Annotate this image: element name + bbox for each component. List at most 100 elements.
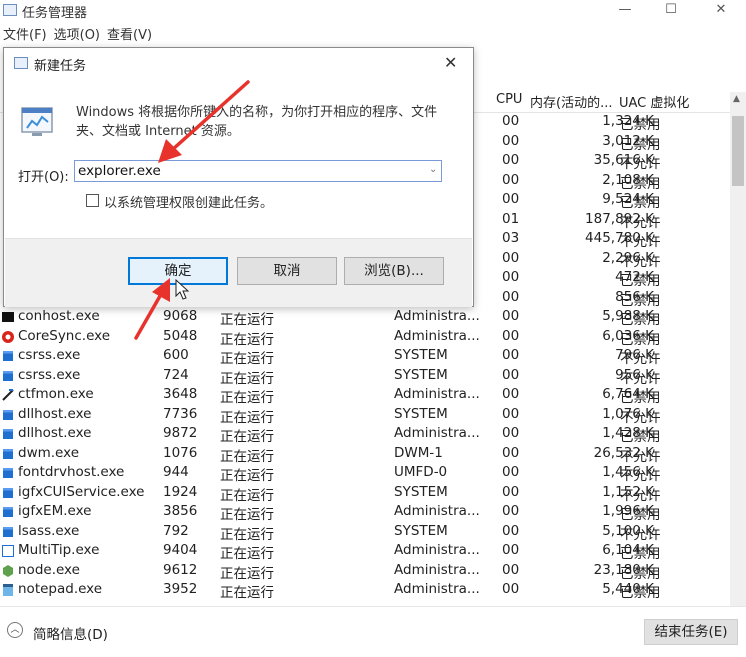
cell-uac: 已禁用 — [620, 585, 661, 601]
ok-button[interactable]: 确定 — [128, 257, 228, 285]
cell-pid: 944 — [163, 464, 189, 480]
cell-status: 正在运行 — [220, 507, 274, 523]
minimize-button[interactable]: — — [602, 0, 648, 22]
table-row[interactable]: csrss.exe 724 正在运行 SYSTEM 00 956 K 不允许 — [0, 366, 730, 387]
cell-status: 正在运行 — [220, 448, 274, 465]
table-row[interactable]: notepad.exe 3952 正在运行 Administra... 00 5,440 … — [0, 580, 730, 601]
cell-cpu: 00 — [502, 132, 520, 149]
window-title: 任务管理器 — [22, 6, 88, 21]
browse-button[interactable]: 浏览(B)... — [344, 257, 444, 285]
cell-uac: 不允许 — [620, 526, 661, 543]
cell-name: ctfmon.exe — [18, 386, 94, 402]
cell-status: 正在运行 — [220, 312, 274, 328]
cell-pid: 724 — [163, 366, 189, 383]
scroll-up-icon[interactable]: ▲ — [733, 94, 740, 104]
dialog-close-icon[interactable]: ✕ — [444, 53, 457, 72]
cell-pid: 3952 — [163, 581, 198, 597]
column-memory[interactable]: 内存(活动的... — [530, 92, 612, 111]
cell-uac: 已禁用 — [620, 273, 661, 289]
cell-cpu: 00 — [502, 405, 520, 422]
cell-user: Administra... — [394, 425, 480, 441]
table-row[interactable]: node.exe 9612 正在运行 Administra... 00 23,180 K已… — [0, 561, 730, 582]
cell-pid: 9612 — [163, 561, 198, 578]
cell-uac: 已禁用 — [620, 292, 661, 309]
cell-cpu: 00 — [502, 347, 520, 363]
run-program-icon — [21, 107, 53, 136]
app-icon — [3, 468, 13, 478]
cell-user: SYSTEM — [394, 405, 448, 422]
app-icon — [3, 487, 13, 498]
cell-user: SYSTEM — [394, 366, 448, 383]
cell-status: 正在运行 — [220, 526, 274, 543]
table-row[interactable]: MultiTip.exe 9404 正在运行 Administra... 00 6,104… — [0, 541, 730, 562]
cell-uac: 不允许 — [620, 253, 661, 270]
column-uac[interactable]: UAC 虚拟化 — [619, 92, 689, 111]
menu-file[interactable]: 文件(F) — [3, 24, 47, 44]
table-row[interactable]: ctfmon.exe 3648 正在运行 Administra... 00 6,764 K… — [0, 385, 730, 406]
table-row[interactable]: fontdrvhost.exe 944 正在运行 UMFD-0 00 1,456 K 不允许 — [0, 463, 730, 484]
cell-uac: 不允许 — [620, 448, 661, 465]
admin-checkbox[interactable] — [86, 194, 99, 207]
cell-cpu: 00 — [502, 327, 520, 344]
pen-icon — [2, 389, 14, 401]
table-row[interactable]: CoreSync.exe 5048 正在运行 Administra... 00 6,036… — [0, 327, 730, 348]
cell-uac: 已禁用 — [620, 546, 661, 562]
cell-cpu: 03 — [502, 230, 520, 246]
table-row[interactable]: csrss.exe 600 正在运行 SYSTEM 00 796 K 不允许 — [0, 346, 730, 367]
chevron-up-icon[interactable]: ︿ — [7, 622, 23, 638]
cell-user: Administra... — [394, 308, 480, 324]
cell-user: Administra... — [394, 561, 480, 578]
open-combobox-input[interactable] — [74, 160, 442, 182]
table-row[interactable]: dllhost.exe 9872 正在运行 Administra... 00 1,428 … — [0, 424, 730, 445]
menu-bar: 文件(F) 选项(O) 查看(V) — [0, 24, 156, 44]
cell-cpu: 00 — [502, 191, 520, 207]
table-row[interactable]: lsass.exe 792 正在运行 SYSTEM 00 5,100 K 不允许 — [0, 522, 730, 543]
cell-pid: 9404 — [163, 542, 198, 558]
table-row[interactable]: igfxEM.exe 3856 正在运行 Administra... 00 1,996 K… — [0, 502, 730, 523]
cell-pid: 1924 — [163, 483, 198, 500]
end-task-button[interactable]: 结束任务(E) — [644, 619, 738, 645]
close-button[interactable]: ✕ — [698, 0, 744, 22]
cell-cpu: 00 — [502, 269, 520, 285]
cell-uac: 不允许 — [620, 156, 661, 172]
cell-pid: 792 — [163, 522, 189, 539]
less-details-link[interactable]: 简略信息(D) — [33, 623, 108, 643]
menu-view[interactable]: 查看(V) — [107, 24, 152, 44]
column-cpu[interactable]: CPU — [496, 92, 522, 107]
table-row[interactable]: dwm.exe 1076 正在运行 DWM-1 00 26,532 K 不允许 — [0, 444, 730, 465]
cell-user: Administra... — [394, 386, 480, 402]
cell-cpu: 00 — [502, 444, 520, 461]
cell-status: 正在运行 — [220, 468, 274, 484]
cell-user: SYSTEM — [394, 522, 448, 539]
table-row[interactable]: dllhost.exe 7736 正在运行 SYSTEM 00 1,076 K 不允许 — [0, 405, 730, 426]
admin-checkbox-label[interactable]: 以系统管理权限创建此任务。 — [104, 192, 273, 211]
cell-uac: 已禁用 — [620, 175, 661, 192]
cancel-button[interactable]: 取消 — [237, 257, 337, 285]
new-task-dialog: 新建任务 ✕ Windows 将根据你所键入的名称，为你打开相应的程序、文件夹、… — [3, 47, 474, 307]
menu-options[interactable]: 选项(O) — [54, 24, 100, 44]
table-row[interactable]: conhost.exe 9068 正在运行 Administra... 00 5,988 … — [0, 307, 730, 328]
scrollbar-thumb[interactable] — [732, 116, 744, 186]
cell-name: dllhost.exe — [18, 425, 92, 441]
cell-name: dllhost.exe — [18, 405, 92, 422]
maximize-button[interactable]: ☐ — [648, 0, 694, 22]
cell-pid: 7736 — [163, 405, 198, 422]
cell-cpu: 00 — [502, 425, 520, 441]
dialog-title: 新建任务 — [34, 59, 87, 74]
cell-name: CoreSync.exe — [18, 327, 111, 344]
cell-cpu: 00 — [502, 542, 520, 558]
cell-user: Administra... — [394, 327, 480, 344]
chevron-down-icon[interactable]: ⌄ — [429, 164, 437, 175]
cell-name: lsass.exe — [18, 522, 80, 539]
cell-cpu: 00 — [502, 561, 520, 578]
table-row[interactable]: igfxCUIService.exe 1924 正在运行 SYSTEM 00 1,152 … — [0, 483, 730, 504]
app-icon — [3, 507, 13, 517]
cell-user: Administra... — [394, 503, 480, 519]
cell-name: MultiTip.exe — [18, 542, 100, 558]
cell-user: SYSTEM — [394, 347, 448, 363]
cell-uac: 已禁用 — [620, 136, 661, 153]
cell-pid: 3856 — [163, 503, 198, 519]
app-icon — [3, 409, 13, 420]
cell-status: 正在运行 — [220, 390, 274, 406]
cell-status: 正在运行 — [220, 429, 274, 445]
